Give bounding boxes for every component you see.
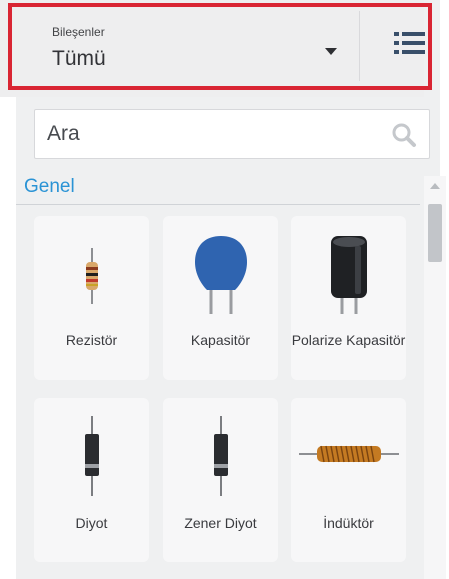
zener-diode-icon [163, 416, 278, 501]
select-label: Bileşenler [52, 25, 105, 39]
section-title: Genel [24, 176, 75, 197]
scroll-up-arrow-icon[interactable] [430, 183, 440, 189]
component-tile-inductor[interactable]: İndüktör [291, 398, 406, 562]
component-label: Diyot [75, 515, 108, 531]
section-divider [16, 204, 420, 205]
capacitor-icon [163, 234, 278, 319]
component-label: İndüktör [323, 515, 374, 531]
component-tile-diode[interactable]: Diyot [34, 398, 149, 562]
component-label: Polarize Kapasitör [291, 332, 406, 348]
component-tile-zener-diode[interactable]: Zener Diyot [163, 398, 278, 562]
search-icon[interactable] [391, 122, 417, 153]
component-tile-capacitor[interactable]: Kapasitör [163, 216, 278, 380]
list-view-button[interactable] [392, 29, 428, 59]
component-label: Zener Diyot [184, 515, 257, 531]
inductor-icon [291, 442, 406, 471]
scrollbar-thumb[interactable] [428, 204, 442, 262]
diode-icon [34, 416, 149, 501]
chevron-down-icon [325, 48, 337, 55]
search-input[interactable] [47, 120, 377, 148]
component-tile-resistor[interactable]: Rezistör [34, 216, 149, 380]
select-value: Tümü [52, 47, 106, 70]
components-category-select[interactable]: Bileşenler Tümü [28, 11, 360, 81]
polarized-capacitor-icon [291, 234, 406, 319]
component-label: Rezistör [65, 332, 118, 348]
component-tile-polarized-capacitor[interactable]: Polarize Kapasitör [291, 216, 406, 380]
search-box [34, 109, 430, 159]
resistor-icon [34, 248, 149, 309]
component-label: Kapasitör [190, 332, 251, 348]
